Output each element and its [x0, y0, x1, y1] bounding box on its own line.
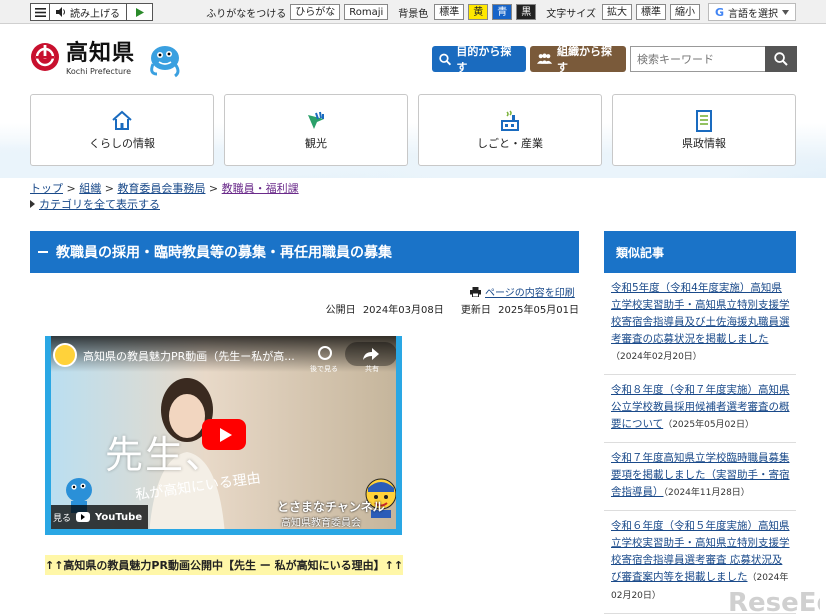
page-title-text: 教職員の採用・臨時教員等の募集・再任用職員の募集: [56, 245, 392, 261]
search-button[interactable]: [765, 46, 797, 72]
language-select[interactable]: G 言語を選択: [707, 3, 796, 21]
accessibility-controls: ふりがなをつける ひらがな Romaji 背景色 標準 黄 青 黒 文字サイズ …: [206, 3, 796, 21]
svg-text:ReseEd: ReseEd: [728, 588, 820, 615]
title-dash-icon: [38, 251, 48, 253]
chevron-down-icon: [782, 9, 789, 15]
article-date: （2024年02月20日）: [611, 352, 702, 362]
printer-icon: [470, 286, 481, 297]
factory-icon: [501, 110, 519, 131]
updated-date: 2025年05月01日: [498, 305, 579, 316]
utility-bar: 読み上げる ふりがなをつける ひらがな Romaji 背景色 標準 黄 青 黒 …: [0, 0, 826, 24]
breadcrumb-org[interactable]: 組織: [79, 182, 101, 195]
list-item: 令和７年度高知県立学校臨時職員募集要項を掲載しました（実習助手・寄宿舎指導員）（…: [604, 443, 796, 511]
mascot-icon: [150, 46, 180, 78]
romaji-button[interactable]: Romaji: [344, 4, 389, 20]
print-link[interactable]: ページの内容を印刷: [470, 284, 575, 299]
resemom-watermark-logo: ReseEd: [728, 588, 820, 615]
nav-living-label: くらしの情報: [89, 137, 155, 150]
bg-yellow-button[interactable]: 黄: [468, 4, 489, 20]
read-aloud-label: 読み上げる: [70, 8, 120, 20]
text-shrink-button[interactable]: 縮小: [669, 4, 700, 20]
search-icon: [774, 52, 788, 66]
hiragana-button[interactable]: ひらがな: [290, 4, 341, 20]
speaker-icon: [56, 7, 65, 17]
list-item: 令和８年度（令和７年度実施）高知県公立学校教員採用候補者選考審査の概要について（…: [604, 375, 796, 443]
tourism-icon: [308, 111, 324, 129]
logo-subtitle: Kochi Prefecture: [66, 67, 132, 76]
breadcrumb-top[interactable]: トップ: [30, 182, 63, 195]
breadcrumb: トップ > 組織 > 教育委員会事務局 > 教職員・福利課: [30, 180, 299, 196]
nav-living[interactable]: くらしの情報: [30, 94, 214, 166]
article-date: （2025年05月02日）: [663, 420, 754, 430]
play-icon: [135, 7, 144, 17]
nav-tourism-label: 観光: [305, 137, 327, 150]
video-frame: [45, 336, 402, 535]
search-input[interactable]: [630, 46, 766, 72]
breadcrumb-current[interactable]: 教職員・福利課: [222, 182, 299, 195]
google-icon: G: [714, 5, 724, 19]
language-select-label: 言語を選択: [728, 8, 778, 20]
search-by-purpose-label: 目的から探す: [456, 45, 512, 74]
bg-color-label: 背景色: [398, 8, 429, 20]
breadcrumb-separator: >: [101, 182, 118, 195]
show-all-categories[interactable]: カテゴリを全て表示する: [30, 196, 160, 212]
bg-black-button[interactable]: 黒: [516, 4, 537, 20]
breadcrumb-board[interactable]: 教育委員会事務局: [117, 182, 205, 195]
search-icon: [439, 53, 452, 65]
text-standard-button[interactable]: 標準: [635, 4, 666, 20]
furigana-button[interactable]: ふりがなをつける: [206, 5, 286, 20]
list-item: 令和5年度（令和4年度実施）高知県立学校実習助手・高知県立特別支援学校寄宿舎指導…: [604, 273, 796, 375]
prefecture-emblem-icon: [31, 43, 59, 71]
read-aloud-controls: 読み上げる: [30, 3, 153, 21]
text-enlarge-button[interactable]: 拡大: [601, 4, 632, 20]
logo-title: 高知県: [66, 41, 136, 66]
bg-standard-button[interactable]: 標準: [434, 4, 465, 20]
nav-tourism[interactable]: 観光: [224, 94, 408, 166]
similar-articles-title: 類似記事: [604, 231, 796, 273]
search-by-org-label: 組織から探す: [557, 45, 613, 74]
nav-prefectural-info[interactable]: 県政情報: [612, 94, 796, 166]
youtube-video-embed[interactable]: 先生、 私が高知にいる理由 高知県の教員魅力PR動画（先生ー私が高... 後で見…: [45, 336, 402, 535]
similar-article-link[interactable]: 令和5年度（令和4年度実施）高知県立学校実習助手・高知県立特別支援学校寄宿舎指導…: [611, 282, 790, 345]
published-label: 公開日: [325, 305, 356, 316]
published-date: 2024年03月08日: [362, 305, 444, 316]
text-size-label: 文字サイズ: [546, 8, 596, 20]
triangle-right-icon: [30, 200, 35, 208]
breadcrumb-separator: >: [63, 182, 80, 195]
play-button[interactable]: [127, 3, 153, 21]
video-caption: ↑↑高知県の教員魅力PR動画公開中【先生 ー 私が高知にいる理由】↑↑: [45, 555, 404, 575]
nav-work-industry-label: しごと・産業: [477, 137, 543, 150]
search-by-org-button[interactable]: 組織から探す: [530, 45, 626, 74]
people-icon: [537, 53, 553, 64]
bg-blue-button[interactable]: 青: [492, 4, 513, 20]
updated-label: 更新日: [460, 305, 491, 316]
logo-text: 高知県 Kochi Prefecture: [66, 42, 135, 77]
article-date: （2024年11月28日）: [663, 488, 750, 498]
house-icon: [112, 110, 132, 130]
print-link-label[interactable]: ページの内容を印刷: [485, 284, 575, 299]
search-by-purpose-button[interactable]: 目的から探す: [432, 45, 526, 74]
hamburger-icon: [34, 7, 46, 17]
site-logo[interactable]: 高知県 Kochi Prefecture: [30, 42, 135, 77]
show-all-categories-link[interactable]: カテゴリを全て表示する: [39, 196, 160, 212]
breadcrumb-separator: >: [205, 182, 222, 195]
similar-articles-list: 令和5年度（令和4年度実施）高知県立学校実習助手・高知県立特別支援学校寄宿舎指導…: [604, 273, 796, 614]
menu-button[interactable]: [30, 3, 50, 21]
document-icon: [696, 110, 712, 132]
page-dates: 公開日 2024年03月08日 更新日 2025年05月01日: [312, 301, 579, 316]
page-title: 教職員の採用・臨時教員等の募集・再任用職員の募集: [30, 231, 579, 273]
nav-prefectural-info-label: 県政情報: [682, 137, 726, 150]
nav-work-industry[interactable]: しごと・産業: [418, 94, 602, 166]
read-aloud-button[interactable]: 読み上げる: [50, 3, 127, 21]
